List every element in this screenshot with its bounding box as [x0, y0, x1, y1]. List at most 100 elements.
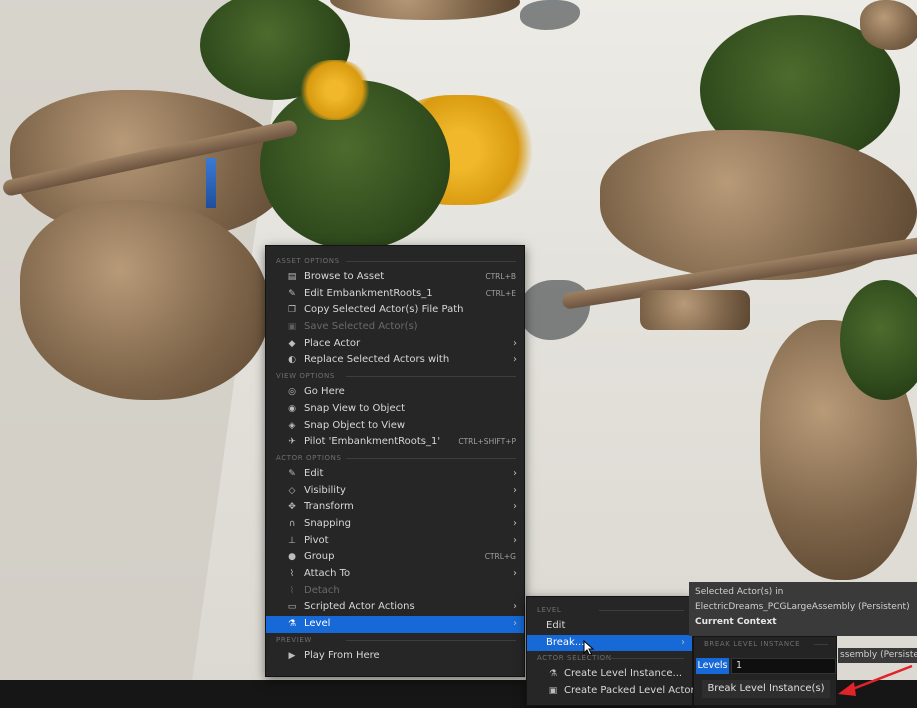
viewport-rock: [860, 0, 917, 50]
level-section-header: LEVEL: [527, 603, 692, 618]
replace-icon: ◐: [288, 355, 296, 366]
menu-item-replace-selected-actors-with[interactable]: ◐ Replace Selected Actors with ›: [266, 352, 524, 369]
level-edit-item[interactable]: Edit: [527, 618, 692, 635]
menu-item-group[interactable]: ● Group CTRL+G: [266, 549, 524, 566]
snap-object-icon: ◈: [288, 420, 296, 431]
level-break-item[interactable]: Break... ›: [527, 634, 692, 652]
place-actor-icon: ◆: [288, 338, 296, 349]
menu-item-save-selected-actor-s: ▣ Save Selected Actor(s): [266, 319, 524, 336]
transform-icon: ✥: [288, 502, 296, 513]
menu-item-pivot[interactable]: ⊥ Pivot ›: [266, 533, 524, 550]
chevron-right-icon: ›: [681, 636, 685, 648]
levels-label: Levels: [696, 658, 729, 674]
break-level-instance-header: BREAK LEVEL INSTANCE: [694, 637, 836, 652]
transform-gizmo[interactable]: [206, 158, 216, 208]
menu-item-snap-object-to-view[interactable]: ◈ Snap Object to View: [266, 418, 524, 435]
viewport-selected-foliage: [300, 60, 370, 120]
chevron-right-icon: ›: [513, 484, 517, 496]
section-header: ASSET OPTIONS: [266, 254, 524, 269]
section-header: ACTOR OPTIONS: [266, 451, 524, 466]
pivot-icon: ⊥: [288, 535, 296, 546]
menu-item-label: Edit: [304, 467, 324, 479]
menu-item-label: Group: [304, 551, 335, 563]
viewport-shadow: [520, 0, 580, 30]
menu-item-label: Copy Selected Actor(s) File Path: [304, 304, 464, 316]
copy-icon: ❐: [287, 305, 297, 316]
menu-item-label: Browse to Asset: [304, 271, 385, 282]
menu-item-label: Snap View to Object: [304, 402, 406, 414]
break-level-instance-button[interactable]: Break Level Instance(s): [702, 680, 830, 698]
shortcut-label: CTRL+E: [485, 288, 516, 298]
section-header: PREVIEW: [266, 633, 524, 648]
menu-item-label: Save Selected Actor(s): [304, 321, 418, 333]
chevron-right-icon: ›: [513, 467, 517, 479]
go-here-icon: ◎: [288, 387, 296, 398]
menu-item-label: Place Actor: [304, 337, 361, 349]
create-level-instance-label: Create Level Instance...: [564, 668, 683, 680]
menu-item-label: Edit EmbankmentRoots_1: [304, 287, 433, 299]
menu-item-place-actor[interactable]: ◆ Place Actor ›: [266, 336, 524, 353]
menu-item-scripted-actor-actions[interactable]: ▭ Scripted Actor Actions ›: [266, 599, 524, 616]
chevron-right-icon: ›: [513, 568, 517, 579]
section-header: VIEW OPTIONS: [266, 369, 524, 384]
attach-icon: ⌇: [289, 569, 295, 579]
menu-item-transform[interactable]: ✥ Transform ›: [266, 499, 524, 516]
create-packed-label: Create Packed Level Actor...: [564, 685, 704, 697]
chevron-right-icon: ›: [513, 517, 517, 529]
menu-item-snapping[interactable]: ∩ Snapping ›: [266, 516, 524, 533]
menu-item-detach: ⌇ Detach: [266, 583, 524, 600]
actor-selection-section-header: ACTOR SELECTION: [527, 651, 692, 666]
edit-asset-icon: ✎: [288, 288, 296, 299]
menu-item-label: Go Here: [304, 386, 345, 398]
menu-item-visibility[interactable]: ◇ Visibility ›: [266, 483, 524, 500]
detach-icon: ⌇: [289, 585, 295, 596]
menu-item-level[interactable]: ⚗ Level ›: [266, 616, 524, 633]
menu-item-play-from-here[interactable]: ▶ Play From Here: [266, 648, 524, 665]
info-current-context: Current Context: [695, 617, 777, 627]
menu-item-edit[interactable]: ✎ Edit ›: [266, 466, 524, 483]
chevron-right-icon: ›: [513, 354, 517, 366]
level-break-label: Break...: [546, 636, 585, 648]
chevron-right-icon: ›: [513, 337, 517, 349]
levels-row: Levels 1: [696, 658, 836, 674]
folder-icon: ▤: [287, 272, 297, 282]
info-line-2: ElectricDreams_PCGLargeAssembly (Persist…: [695, 602, 910, 612]
menu-item-label: Pivot: [304, 534, 329, 546]
script-icon: ▭: [287, 602, 297, 613]
pencil-icon: ✎: [288, 468, 296, 479]
mouse-cursor-icon: [583, 640, 595, 656]
menu-item-pilot-embankmentroots-1[interactable]: ✈ Pilot 'EmbankmentRoots_1' CTRL+SHIFT+P: [266, 434, 524, 451]
menu-item-label: Play From Here: [304, 649, 380, 661]
menu-item-label: Scripted Actor Actions: [304, 601, 415, 613]
menu-item-label: Snap Object to View: [304, 419, 406, 431]
viewport-rock: [330, 0, 520, 20]
shortcut-label: CTRL+B: [485, 272, 516, 281]
group-icon: ●: [288, 552, 296, 563]
chevron-right-icon: ›: [513, 618, 517, 630]
menu-item-edit-embankmentroots-1[interactable]: ✎ Edit EmbankmentRoots_1 CTRL+E: [266, 286, 524, 303]
menu-item-label: Snapping: [304, 517, 351, 529]
menu-item-copy-selected-actor-s-file-path[interactable]: ❐ Copy Selected Actor(s) File Path: [266, 302, 524, 319]
viewport-shadow: [520, 280, 590, 340]
shortcut-label: CTRL+SHIFT+P: [458, 437, 516, 447]
menu-item-attach-to[interactable]: ⌇ Attach To ›: [266, 566, 524, 583]
annotation-arrow-icon: [838, 664, 913, 696]
menu-item-browse-to-asset[interactable]: ▤ Browse to Asset CTRL+B: [266, 269, 524, 286]
chevron-right-icon: ›: [513, 534, 517, 546]
menu-item-snap-view-to-object[interactable]: ◉ Snap View to Object: [266, 401, 524, 418]
snap-view-icon: ◉: [288, 403, 296, 414]
eye-icon: ◇: [288, 485, 296, 496]
menu-item-label: Attach To: [304, 568, 351, 579]
menu-item-label: Replace Selected Actors with: [304, 354, 450, 366]
create-level-instance-item[interactable]: ⚗ Create Level Instance...: [527, 666, 692, 683]
shortcut-label: CTRL+G: [484, 552, 516, 562]
menu-item-label: Visibility: [304, 484, 346, 496]
viewport-rock: [640, 290, 750, 330]
selected-actor-info-panel: Selected Actor(s) in ElectricDreams_PCGL…: [689, 582, 917, 636]
create-packed-level-actor-item[interactable]: ▣ Create Packed Level Actor...: [527, 683, 704, 700]
magnet-icon: ∩: [288, 518, 296, 529]
level-edit-label: Edit: [546, 620, 566, 631]
menu-item-go-here[interactable]: ◎ Go Here: [266, 384, 524, 401]
level-icon: ⚗: [287, 619, 297, 630]
menu-item-label: Level: [304, 618, 331, 630]
